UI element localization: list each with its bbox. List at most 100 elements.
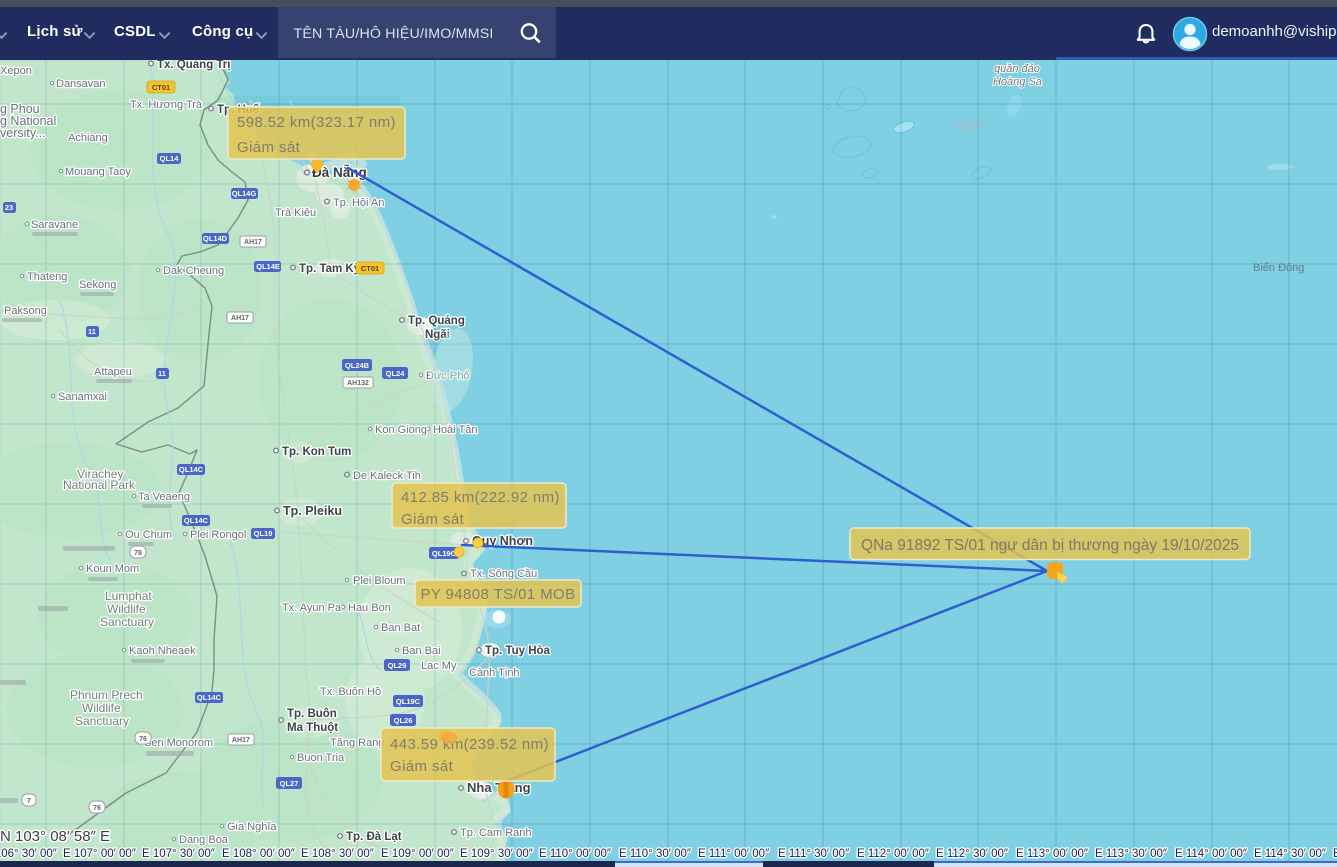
svg-text:E 107° 30′ 00″: E 107° 30′ 00″	[142, 848, 215, 860]
svg-text:CT01: CT01	[152, 83, 170, 92]
svg-text:Kon Giong: Kon Giong	[375, 424, 427, 436]
svg-text:Ou Chum: Ou Chum	[125, 529, 172, 541]
svg-text:Hau Bon: Hau Bon	[348, 602, 391, 614]
svg-text:Plei Rongol: Plei Rongol	[190, 529, 246, 541]
svg-text:E 114° 00′ 00″: E 114° 00′ 00″	[1175, 848, 1247, 860]
svg-text:QL24B: QL24B	[345, 361, 370, 370]
svg-text:Dang Boa: Dang Boa	[179, 834, 229, 846]
svg-text:N 103° 08′ 58″ E: N 103° 08′ 58″ E	[0, 828, 110, 845]
svg-text:412.85 km(222.92 nm): 412.85 km(222.92 nm)	[401, 489, 560, 506]
svg-text:QNa 91892 TS/01 ngư dân bị thư: QNa 91892 TS/01 ngư dân bị thương ngày 1…	[861, 537, 1239, 554]
svg-text:Hoàng Sa: Hoàng Sa	[993, 76, 1042, 88]
svg-text:Ma Thuột: Ma Thuột	[287, 722, 338, 734]
svg-text:AH17: AH17	[231, 315, 249, 322]
svg-text:Koun Mom: Koun Mom	[86, 563, 139, 575]
svg-text:Tăng Rang: Tăng Rang	[330, 737, 384, 749]
svg-text:QL14E: QL14E	[256, 262, 280, 271]
svg-text:Trà Kiệu: Trà Kiệu	[275, 207, 316, 219]
svg-text:QL19C: QL19C	[396, 697, 421, 706]
svg-text:QL14G: QL14G	[232, 189, 257, 198]
svg-text:Lumphat: Lumphat	[105, 589, 152, 603]
svg-text:Hoài Tân: Hoài Tân	[433, 424, 477, 436]
svg-text:76: 76	[93, 805, 101, 812]
svg-text:E 113° 00′ 00″: E 113° 00′ 00″	[1016, 848, 1088, 860]
svg-text:Dansavan: Dansavan	[56, 78, 106, 90]
svg-text:QL14C: QL14C	[197, 693, 222, 702]
svg-text:E 109° 00′ 00″: E 109° 00′ 00″	[381, 848, 454, 860]
svg-text:Ban Bai: Ban Bai	[402, 645, 441, 657]
svg-text:quần đảo: quần đảo	[994, 63, 1040, 75]
svg-text:Tp. Pleiku: Tp. Pleiku	[283, 504, 342, 518]
svg-text:Ban Bat: Ban Bat	[381, 622, 420, 634]
svg-text:E 106° 30′ 00″: E 106° 30′ 00″	[0, 848, 57, 860]
svg-text:Tp. Tuy Hòa: Tp. Tuy Hòa	[485, 645, 551, 657]
svg-text:E 110° 30′ 00″: E 110° 30′ 00″	[619, 848, 691, 860]
svg-text:CT01: CT01	[361, 264, 379, 273]
svg-text:E 112° 30′ 00″: E 112° 30′ 00″	[936, 848, 1008, 860]
svg-text:Giám sát: Giám sát	[390, 758, 454, 775]
svg-text:443.59 km(239.52 nm): 443.59 km(239.52 nm)	[390, 736, 549, 753]
svg-text:E 1: E 1	[1333, 848, 1337, 860]
svg-text:Xepon: Xepon	[0, 65, 32, 77]
svg-text:QL19C: QL19C	[432, 549, 457, 558]
svg-text:AH17: AH17	[232, 737, 250, 744]
svg-text:De Kaleck Tih: De Kaleck Tih	[353, 470, 421, 482]
svg-text:QL24: QL24	[386, 369, 406, 378]
svg-text:Tx. Ayun Pa: Tx. Ayun Pa	[282, 602, 342, 614]
svg-text:Cành Tịnh: Cành Tịnh	[469, 667, 520, 679]
svg-text:AH132: AH132	[347, 380, 369, 387]
svg-text:78: 78	[134, 550, 142, 557]
svg-text:Biển Đông: Biển Đông	[1253, 262, 1304, 274]
svg-text:E 107° 00′ 00″: E 107° 00′ 00″	[63, 848, 136, 860]
svg-text:Lac My: Lac My	[421, 660, 457, 672]
svg-text:Tp. Hội An: Tp. Hội An	[333, 197, 384, 209]
svg-text:Mouang Taoy: Mouang Taoy	[65, 166, 131, 178]
svg-text:11: 11	[88, 327, 96, 336]
svg-text:Gia Nghĩa: Gia Nghĩa	[227, 821, 277, 833]
svg-text:E 108° 30′ 00″: E 108° 30′ 00″	[301, 848, 374, 860]
svg-text:E 108° 00′ 00″: E 108° 00′ 00″	[222, 848, 295, 860]
svg-text:Plei Bloum: Plei Bloum	[353, 575, 406, 587]
svg-text:76: 76	[139, 736, 147, 743]
svg-text:Tx. Hương Trà: Tx. Hương Trà	[130, 99, 203, 111]
svg-text:QL29: QL29	[388, 661, 407, 670]
svg-text:Tp. Kon Tum: Tp. Kon Tum	[282, 446, 351, 458]
svg-text:Sen Monorom: Sen Monorom	[144, 737, 213, 749]
svg-text:QL14D: QL14D	[203, 234, 228, 243]
svg-text:Attapeu: Attapeu	[94, 366, 132, 378]
svg-text:AH17: AH17	[244, 239, 262, 246]
svg-text:E 110° 00′ 00″: E 110° 00′ 00″	[539, 848, 611, 860]
svg-text:QL27: QL27	[280, 779, 299, 788]
svg-text:E 109° 30′ 00″: E 109° 30′ 00″	[460, 848, 533, 860]
svg-text:Tp. Cam Ranh: Tp. Cam Ranh	[460, 827, 532, 839]
svg-text:23: 23	[5, 203, 13, 212]
svg-text:QL19: QL19	[254, 529, 273, 538]
svg-text:E 111° 00′ 00″: E 111° 00′ 00″	[698, 848, 769, 860]
svg-text:E 113° 30′ 00″: E 113° 30′ 00″	[1095, 848, 1167, 860]
svg-text:PY 94808 TS/01 MOB: PY 94808 TS/01 MOB	[420, 586, 575, 603]
svg-text:QL14: QL14	[160, 154, 180, 163]
svg-text:E 112° 00′ 00″: E 112° 00′ 00″	[857, 848, 929, 860]
svg-text:Paksong: Paksong	[4, 305, 47, 317]
svg-text:Tx. Buôn Hồ: Tx. Buôn Hồ	[320, 686, 381, 698]
svg-text:National Park: National Park	[63, 478, 136, 492]
svg-text:Tx. Quảng Trị: Tx. Quảng Trị	[157, 60, 230, 71]
svg-text:Sekong: Sekong	[79, 279, 116, 291]
svg-text:QL14C: QL14C	[184, 516, 209, 525]
svg-text:Wildlife: Wildlife	[107, 602, 146, 616]
svg-text:Giám sát: Giám sát	[237, 139, 301, 156]
svg-text:Giám sát: Giám sát	[401, 511, 465, 528]
svg-text:598.52 km(323.17 nm): 598.52 km(323.17 nm)	[237, 114, 396, 131]
svg-text:7: 7	[27, 798, 31, 805]
svg-text:Phnum Prech: Phnum Prech	[70, 688, 143, 702]
svg-text:Tp. Quảng: Tp. Quảng	[408, 315, 465, 327]
svg-text:versity...: versity...	[0, 126, 46, 140]
svg-text:E 111° 30′ 00″: E 111° 30′ 00″	[778, 848, 849, 860]
svg-text:Tx. Sông Cầu: Tx. Sông Cầu	[470, 568, 537, 580]
svg-text:QL14C: QL14C	[179, 465, 204, 474]
svg-text:Tp. Buôn: Tp. Buôn	[287, 708, 337, 720]
svg-text:Achiang: Achiang	[68, 132, 108, 144]
svg-text:Thateng: Thateng	[27, 271, 67, 283]
svg-text:QL26: QL26	[394, 716, 413, 725]
svg-text:Wildlife: Wildlife	[82, 701, 121, 715]
